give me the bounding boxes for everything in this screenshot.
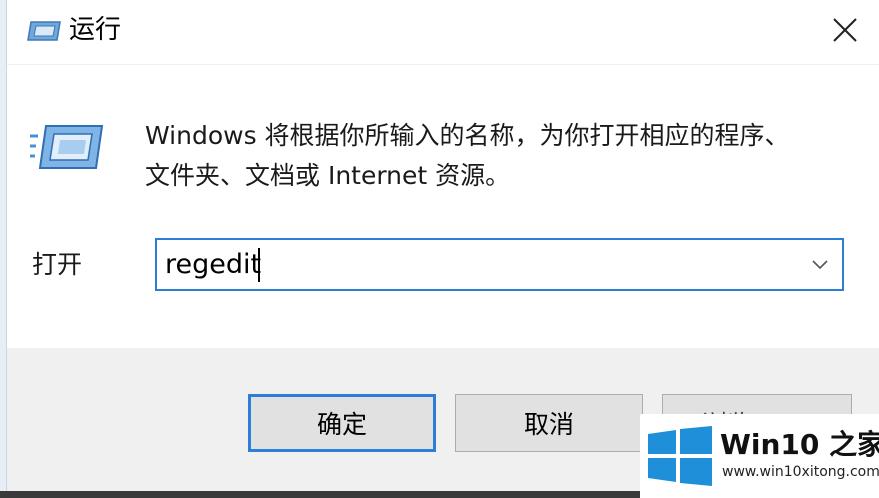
taskbar-edge bbox=[0, 491, 640, 498]
open-input[interactable] bbox=[165, 244, 765, 284]
ok-button[interactable]: 确定 bbox=[248, 394, 436, 452]
watermark: Win10 之家 www.win10xitong.com bbox=[640, 414, 879, 498]
chevron-down-icon bbox=[812, 260, 828, 270]
watermark-title: Win10 之家 bbox=[720, 428, 879, 461]
run-icon bbox=[30, 122, 104, 176]
description-line-2: 文件夹、文档或 Internet 资源。 bbox=[145, 161, 511, 190]
run-dialog: 运行 Windows 将根据你所输入的名称，为你打开相应的程序、 文件夹、文档或… bbox=[0, 0, 879, 498]
dropdown-button[interactable] bbox=[804, 248, 836, 282]
text-caret bbox=[258, 248, 260, 282]
windows-logo-icon bbox=[648, 426, 712, 490]
run-dialog-icon bbox=[27, 20, 61, 46]
description-line-1: Windows 将根据你所输入的名称，为你打开相应的程序、 bbox=[145, 121, 790, 150]
window-edge bbox=[0, 0, 7, 498]
window-title: 运行 bbox=[69, 15, 122, 45]
description-text: Windows 将根据你所输入的名称，为你打开相应的程序、 文件夹、文档或 In… bbox=[145, 116, 845, 196]
close-icon bbox=[833, 18, 857, 42]
open-combobox[interactable] bbox=[155, 238, 844, 291]
watermark-url: www.win10xitong.com bbox=[722, 464, 879, 480]
cancel-button[interactable]: 取消 bbox=[455, 394, 643, 452]
open-label: 打开 bbox=[32, 250, 83, 279]
title-separator bbox=[7, 64, 879, 65]
close-button[interactable] bbox=[819, 6, 871, 54]
title-bar[interactable]: 运行 bbox=[7, 0, 879, 62]
